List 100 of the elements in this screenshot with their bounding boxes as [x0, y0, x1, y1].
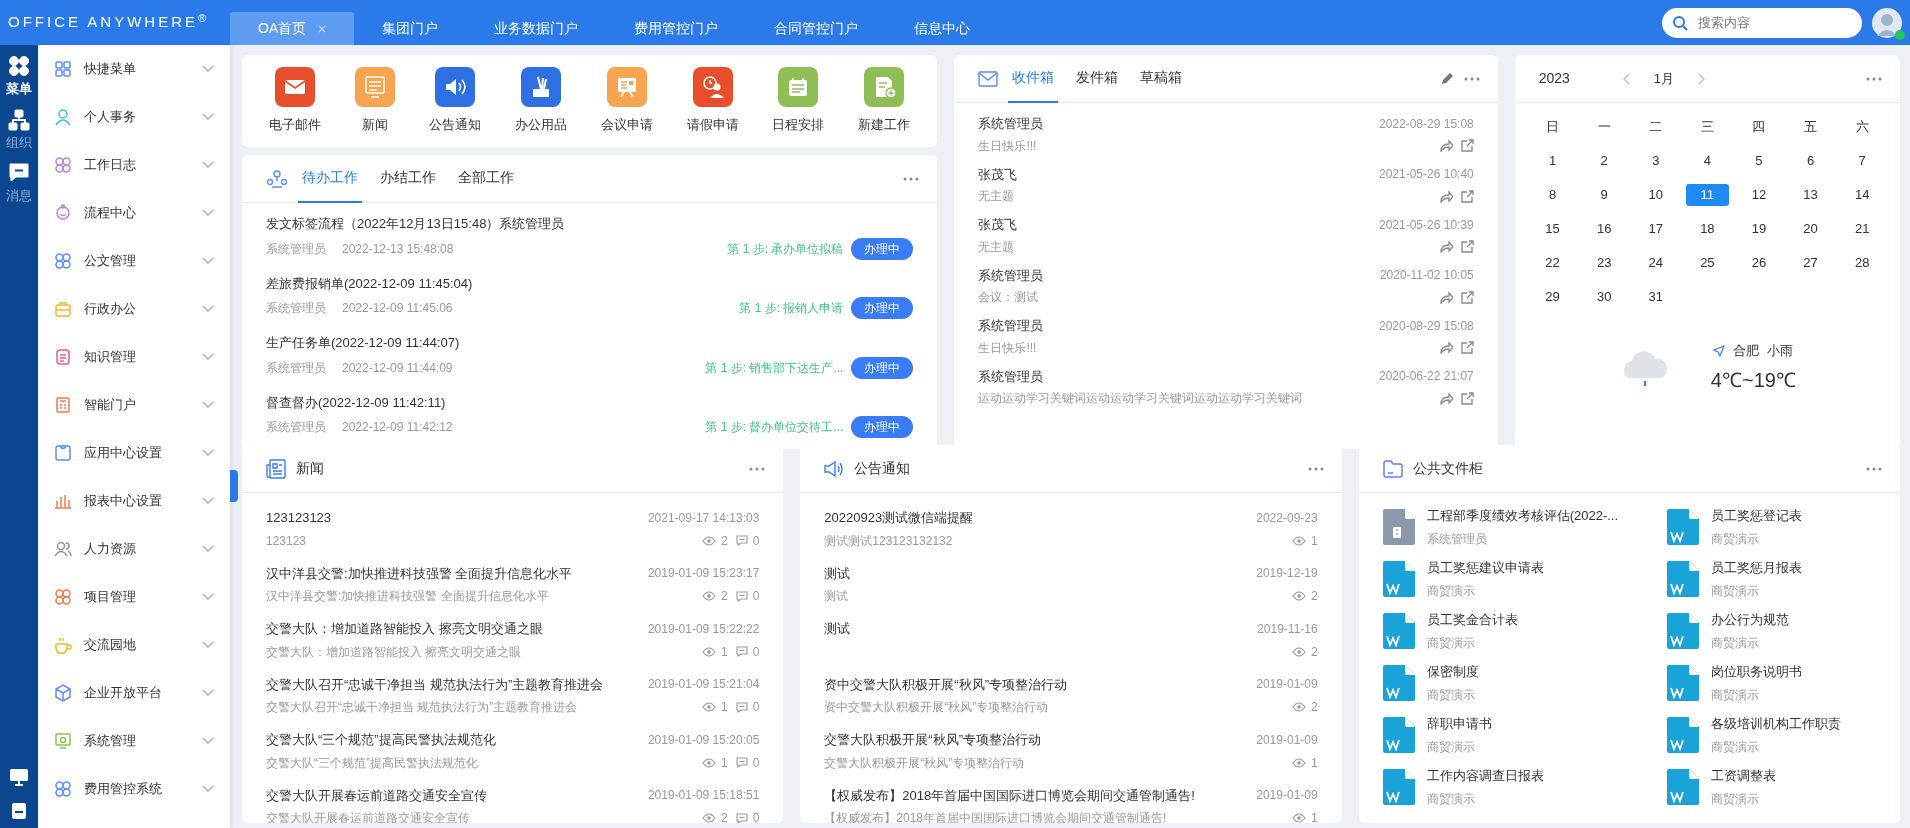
more-icon[interactable] [1866, 466, 1882, 471]
calendar-day[interactable]: 30 [1582, 286, 1626, 308]
external-link-icon[interactable] [1460, 139, 1474, 152]
calendar-day[interactable]: 4 [1685, 150, 1730, 172]
calendar-day[interactable]: 31 [1633, 286, 1678, 308]
sender-name[interactable]: 系统管理员 [978, 316, 1044, 336]
calendar-day[interactable]: 27 [1788, 252, 1833, 274]
file-name[interactable]: 保密制度 [1426, 662, 1479, 682]
menu-item[interactable]: 快捷菜单 [38, 45, 230, 93]
calendar-day[interactable]: 3 [1633, 150, 1678, 172]
calendar-day[interactable]: 18 [1685, 218, 1730, 240]
document-icon[interactable] [10, 802, 28, 820]
more-icon[interactable] [1463, 76, 1480, 81]
notice-title[interactable]: 交警大队积极开展“秋风”专项整治行动 [824, 730, 1041, 750]
tab[interactable]: 集团门户 [354, 12, 467, 45]
app-shortcut[interactable]: 公告通知 [428, 67, 481, 135]
calendar-day[interactable]: 8 [1530, 184, 1575, 206]
collapse-handle[interactable] [230, 470, 238, 502]
calendar-day[interactable]: 17 [1633, 218, 1678, 240]
calendar-day[interactable]: 2 [1582, 150, 1626, 172]
sender-name[interactable]: 系统管理员 [978, 366, 1044, 386]
menu-item[interactable]: 个人事务 [38, 93, 230, 141]
search-input[interactable]: 搜索内容 [1696, 11, 1846, 34]
calendar-day[interactable]: 13 [1788, 184, 1833, 206]
notice-title[interactable]: 20220923测试微信端提醒 [824, 508, 974, 528]
work-title[interactable]: 差旅费报销单(2022-12-09 11:45:04) [266, 273, 914, 293]
app-shortcut[interactable]: 请假申请 [686, 67, 739, 135]
calendar-day[interactable]: 20 [1788, 218, 1833, 240]
work-title[interactable]: 发文标签流程（2022年12月13日15:48）系统管理员 [266, 214, 914, 234]
notice-title[interactable]: 资中交警大队积极开展“秋风”专项整治行动 [824, 674, 1067, 694]
tab[interactable]: 办结工作 [376, 155, 440, 203]
menu-item[interactable]: 流程中心 [38, 189, 230, 237]
reply-arrow-icon[interactable] [1438, 391, 1453, 405]
calendar-day[interactable]: 9 [1582, 184, 1626, 206]
sender-name[interactable]: 张茂飞 [978, 215, 1018, 235]
file-name[interactable]: 工程部季度绩效考核评估(2022-... [1426, 506, 1619, 526]
more-icon[interactable] [903, 176, 920, 181]
file-name[interactable]: 员工奖金合计表 [1426, 610, 1518, 630]
notice-title[interactable]: 【权威发布】2018年首届中国国际进口博览会期间交通管制通告! [824, 785, 1195, 805]
sender-name[interactable]: 张茂飞 [978, 164, 1018, 184]
tab[interactable]: 业务数据门户 [466, 12, 607, 45]
external-link-icon[interactable] [1460, 189, 1474, 203]
calendar-day[interactable]: 12 [1737, 184, 1781, 206]
sender-name[interactable]: 系统管理员 [978, 114, 1044, 134]
news-title[interactable]: 123123123 [266, 508, 332, 528]
calendar-day[interactable]: 24 [1633, 252, 1678, 274]
calendar-day[interactable]: 6 [1788, 150, 1833, 172]
calendar-day[interactable]: 1 [1530, 150, 1575, 172]
more-icon[interactable] [1307, 466, 1324, 471]
tab[interactable]: 费用管控门户 [606, 12, 747, 45]
menu-item[interactable]: 交流园地 [38, 621, 230, 669]
work-title[interactable]: 生产任务单(2022-12-09 11:44:07) [266, 333, 914, 353]
menu-item[interactable]: 报表中心设置 [38, 477, 230, 525]
news-title[interactable]: 交警大队：增加道路智能投入 擦亮文明交通之眼 [266, 619, 543, 639]
rail-item[interactable]: 组织 [6, 108, 32, 152]
file-name[interactable]: 工资调整表 [1710, 766, 1776, 786]
calendar-day[interactable]: 10 [1633, 184, 1678, 206]
menu-item[interactable]: 公文管理 [38, 237, 230, 285]
menu-item[interactable]: 行政办公 [38, 285, 230, 333]
file-name[interactable]: 员工奖惩月报表 [1710, 558, 1802, 578]
monitor-icon[interactable] [9, 768, 29, 786]
reply-arrow-icon[interactable] [1438, 240, 1453, 253]
calendar-day[interactable]: 22 [1530, 252, 1575, 274]
menu-item[interactable]: 知识管理 [38, 333, 230, 381]
app-shortcut[interactable]: 会议申请 [600, 67, 653, 135]
rail-item[interactable]: 菜单 [6, 55, 32, 99]
menu-item[interactable]: 应用中心设置 [38, 429, 230, 477]
menu-item[interactable]: 工作日志 [38, 141, 230, 189]
calendar-day[interactable]: 15 [1530, 218, 1575, 240]
calendar-day[interactable]: 29 [1530, 286, 1575, 308]
menu-item[interactable]: 智能门户 [38, 381, 230, 429]
tab[interactable]: 信息中心 [886, 12, 999, 45]
external-link-icon[interactable] [1460, 391, 1474, 405]
calendar-day[interactable]: 5 [1737, 150, 1781, 172]
reply-arrow-icon[interactable] [1438, 189, 1453, 203]
reply-arrow-icon[interactable] [1438, 139, 1453, 152]
pencil-icon[interactable] [1439, 71, 1454, 86]
app-shortcut[interactable]: 日程安排 [772, 67, 825, 135]
menu-item[interactable]: 企业开放平台 [38, 669, 230, 717]
work-title[interactable]: 督查督办(2022-12-09 11:42:11) [266, 392, 914, 412]
news-title[interactable]: 汉中洋县交警:加快推进科技强警 全面提升信息化水平 [266, 563, 573, 583]
rail-item[interactable]: 消息 [6, 162, 32, 206]
tab[interactable]: 全部工作 [454, 155, 518, 203]
calendar-day[interactable]: 28 [1840, 252, 1884, 274]
file-name[interactable]: 员工奖惩登记表 [1710, 506, 1802, 526]
sender-name[interactable]: 系统管理员 [978, 265, 1044, 285]
file-name[interactable]: 辞职申请书 [1426, 714, 1492, 734]
calendar-day[interactable]: 25 [1685, 252, 1730, 274]
tab[interactable]: 合同管控门户 [746, 12, 887, 45]
external-link-icon[interactable] [1460, 240, 1474, 253]
news-title[interactable]: 交警大队“三个规范”提高民警执法规范化 [266, 730, 496, 750]
calendar-day[interactable]: 16 [1582, 218, 1626, 240]
calendar-day[interactable]: 19 [1737, 218, 1781, 240]
avatar[interactable] [1872, 7, 1902, 38]
tab[interactable]: 收件箱 [1008, 55, 1059, 103]
calendar-day[interactable]: 7 [1840, 150, 1884, 172]
tab[interactable]: 发件箱 [1072, 55, 1123, 103]
app-shortcut[interactable]: 电子邮件 [268, 67, 321, 135]
more-icon[interactable] [749, 466, 766, 471]
file-name[interactable]: 各级培训机构工作职责 [1710, 714, 1841, 734]
